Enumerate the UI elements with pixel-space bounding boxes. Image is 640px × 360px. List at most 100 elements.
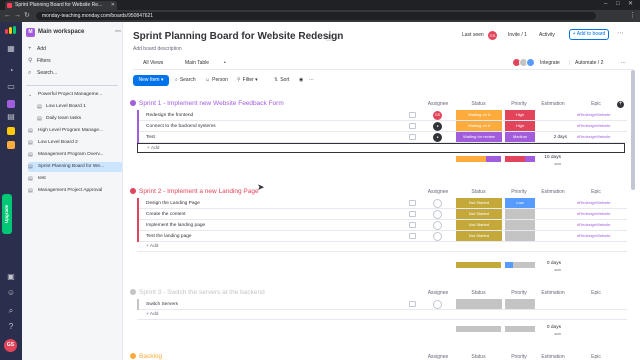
epic-cell[interactable]	[577, 299, 627, 309]
grid-icon[interactable]: ▦	[6, 44, 16, 54]
priority-cell[interactable]: Medium	[505, 132, 535, 142]
workspace-yellow-icon[interactable]	[7, 127, 15, 135]
column-header-epic[interactable]: Epic	[581, 353, 611, 360]
item-name[interactable]: Create the content	[146, 209, 185, 220]
board-item[interactable]: ▤ Management Program Overv...	[28, 150, 122, 160]
assignee-avatar[interactable]	[433, 210, 442, 219]
page-title[interactable]: Sprint Planning Board for Website Redesi…	[133, 31, 343, 42]
puzzle-icon[interactable]: ▣	[6, 272, 16, 282]
conversation-icon[interactable]	[409, 200, 416, 206]
epic-cell[interactable]: #RedesignWebsite	[577, 231, 627, 241]
status-cell[interactable]: Not Started	[456, 198, 502, 208]
epic-cell[interactable]: #RedesignWebsite	[577, 198, 627, 208]
priority-cell[interactable]: High	[505, 110, 535, 120]
item-name[interactable]: Implement the landing page	[146, 220, 205, 231]
board-item-active[interactable]: ▤ Sprint Planning Board for We...	[28, 162, 122, 172]
search-icon[interactable]: ⌕	[6, 306, 16, 316]
priority-cell[interactable]	[505, 209, 535, 219]
assignee-avatar[interactable]	[433, 199, 442, 208]
table-row[interactable]: Create the content Not Started #Redesign…	[137, 209, 627, 220]
monday-logo-icon[interactable]	[5, 26, 17, 34]
column-header-assignee[interactable]: Assignee	[423, 100, 453, 108]
status-cell[interactable]: Not Started	[456, 220, 502, 230]
priority-cell[interactable]	[505, 299, 535, 309]
estimation-cell[interactable]	[537, 121, 567, 131]
chevron-down-icon[interactable]	[130, 188, 136, 194]
assignee-avatar[interactable]	[433, 300, 442, 309]
help-icon[interactable]: ?	[6, 322, 16, 332]
group-title[interactable]: Sprint 3 - Switch the servers at the bac…	[130, 288, 265, 297]
epic-cell[interactable]: #RedesignWebsite	[577, 209, 627, 219]
item-name[interactable]: Redesign the frontend	[146, 110, 193, 121]
column-header-epic[interactable]: Epic	[581, 100, 611, 108]
table-row[interactable]: Test ● Waiting for review Medium 2 days …	[137, 132, 627, 143]
column-header-estimation[interactable]: Estimation	[536, 188, 570, 196]
table-row[interactable]: Switch Servers	[137, 299, 627, 310]
close-window-icon[interactable]: ✕	[628, 0, 633, 9]
assignee-avatar[interactable]	[433, 221, 442, 230]
column-header-epic[interactable]: Epic	[581, 188, 611, 196]
integrate-button[interactable]: Integrate	[540, 58, 560, 68]
column-header-priority[interactable]: Priority	[504, 100, 534, 108]
board-item[interactable]: ▤ Low Level Board 1	[36, 102, 122, 112]
table-row[interactable]: Redesign the frontend GS Waiting on it H…	[137, 110, 627, 121]
column-header-estimation[interactable]: Estimation	[536, 353, 570, 360]
column-header-status[interactable]: Status	[456, 100, 501, 108]
add-item-row[interactable]: + Add	[137, 310, 627, 320]
hide-icon[interactable]: ◉	[299, 75, 303, 86]
more-icon[interactable]: ⋯	[617, 29, 624, 37]
more-icon[interactable]: ⋯	[309, 75, 314, 86]
board-item[interactable]: ▤ High Level Program Manage...	[28, 126, 122, 136]
assignee-avatar[interactable]: GS	[433, 111, 442, 120]
bell-icon[interactable]: ◔	[6, 66, 16, 76]
avatar[interactable]: GS	[4, 339, 17, 352]
person-button[interactable]: ☺ Person	[205, 75, 228, 86]
estimation-cell[interactable]	[537, 231, 567, 241]
priority-cell[interactable]	[505, 231, 535, 241]
group-title[interactable]: Backlog	[130, 352, 162, 360]
chevron-down-icon[interactable]	[130, 100, 136, 106]
priority-cell[interactable]: High	[505, 121, 535, 131]
epic-cell[interactable]: #RedesignWebsite	[577, 110, 627, 120]
filter-button[interactable]: ⚲ Filter ▾	[237, 75, 258, 86]
board-item[interactable]: ▤ Low Level Board 2	[28, 138, 122, 148]
estimation-cell[interactable]	[537, 209, 567, 219]
column-header-epic[interactable]: Epic	[581, 289, 611, 297]
column-header-assignee[interactable]: Assignee	[423, 289, 453, 297]
automate-button[interactable]: Automate / 2	[575, 58, 603, 68]
back-icon[interactable]: ←	[4, 11, 11, 21]
column-header-priority[interactable]: Priority	[504, 353, 534, 360]
status-cell[interactable]: Not Started	[456, 209, 502, 219]
conversation-icon[interactable]	[409, 233, 416, 239]
board-item[interactable]: ▤ test	[28, 174, 122, 184]
chevron-down-icon[interactable]	[130, 289, 136, 295]
filters-action[interactable]: ⚲ Filters	[28, 57, 51, 65]
add-column-button[interactable]: +	[617, 101, 624, 108]
info-icon[interactable]: ⓘ	[325, 33, 332, 43]
invite-button[interactable]: Invite / 1	[508, 31, 527, 40]
column-header-status[interactable]: Status	[456, 188, 501, 196]
item-name[interactable]: Test	[146, 132, 155, 143]
epic-cell[interactable]: #RedesignWebsite	[577, 132, 627, 142]
tab-all-views[interactable]: All Views	[143, 57, 163, 69]
group-title[interactable]: Sprint 2 - Implement a new Landing Page	[130, 187, 259, 196]
assignee-avatar[interactable]	[433, 232, 442, 241]
column-header-estimation[interactable]: Estimation	[536, 100, 570, 108]
avatar[interactable]	[526, 58, 535, 67]
conversation-icon[interactable]	[409, 301, 416, 307]
workspace-header[interactable]: M Main workspace ⋯	[26, 27, 121, 37]
forward-icon[interactable]: →	[14, 11, 21, 21]
conversation-icon[interactable]	[409, 112, 416, 118]
conversation-icon[interactable]	[409, 123, 416, 129]
status-cell[interactable]: Waiting on it	[456, 121, 502, 131]
conversation-icon[interactable]	[409, 211, 416, 217]
add-item-row[interactable]: + Add	[137, 143, 625, 153]
epic-cell[interactable]: #RedesignWebsite	[577, 220, 627, 230]
board-item[interactable]: ▤ Daily team tasks	[36, 114, 122, 124]
column-header-estimation[interactable]: Estimation	[536, 289, 570, 297]
more-icon[interactable]: ⋯	[621, 58, 626, 68]
browser-tab[interactable]: Sprint Planning Board for Website Re... …	[5, 1, 117, 10]
url-field[interactable]: monday-teaching.monday.com/boards/950847…	[36, 12, 596, 20]
add-to-board-button[interactable]: + Add to board	[569, 29, 609, 40]
inbox-icon[interactable]: ▭	[6, 82, 16, 92]
